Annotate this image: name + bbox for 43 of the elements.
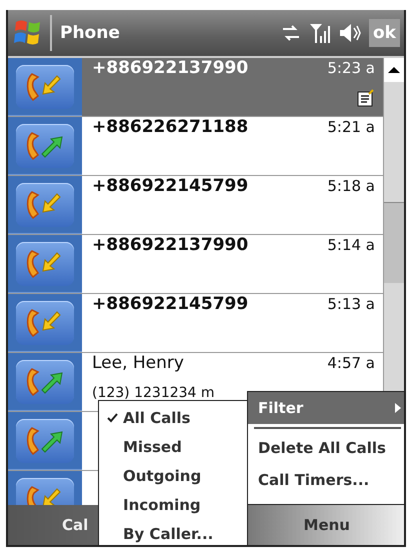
filter-option[interactable]: Outgoing <box>99 461 247 490</box>
call-time: 5:18 a <box>327 176 375 197</box>
call-row[interactable]: +886922137990 5:14 a <box>8 235 383 294</box>
call-row[interactable]: +886922145799 5:18 a <box>8 176 383 235</box>
call-detail: (123) 1231234 m <box>92 384 215 400</box>
call-number: Lee, Henry <box>92 353 185 373</box>
option-label: Incoming <box>123 496 201 514</box>
window-title: Phone <box>50 15 273 51</box>
filter-option[interactable]: By Caller... <box>99 519 247 545</box>
call-type-button[interactable] <box>8 176 82 234</box>
call-number: +886922137990 <box>92 235 250 255</box>
menu-item[interactable]: Filter <box>248 392 404 424</box>
call-row[interactable]: +886922137990 5:23 a <box>8 58 383 117</box>
call-time: 5:21 a <box>327 117 375 138</box>
scroll-thumb[interactable] <box>384 202 404 283</box>
call-time: 5:14 a <box>327 235 375 256</box>
call-number: +886922137990 <box>92 58 250 78</box>
scroll-up-icon[interactable] <box>384 58 404 82</box>
call-time: 4:57 a <box>327 353 375 374</box>
filter-option[interactable]: Missed <box>99 432 247 461</box>
filter-option[interactable]: Incoming <box>99 490 247 519</box>
menu-soft-key[interactable]: Menu <box>302 516 352 534</box>
option-label: Outgoing <box>123 466 202 484</box>
call-type-button[interactable] <box>8 58 82 116</box>
call-type-button[interactable] <box>8 117 82 175</box>
call-type-button[interactable] <box>8 412 82 470</box>
signal-icon[interactable] <box>309 22 331 44</box>
call-type-button[interactable] <box>8 353 82 411</box>
speaker-icon[interactable] <box>339 23 361 43</box>
option-label: Missed <box>123 438 182 456</box>
call-number: +886922145799 <box>92 176 250 196</box>
call-number: +886922145799 <box>92 294 250 314</box>
call-number: +886226271188 <box>92 117 250 137</box>
left-soft-key[interactable]: Cal <box>60 516 90 534</box>
call-time: 5:23 a <box>327 58 375 79</box>
call-row[interactable]: +886226271188 5:21 a <box>8 117 383 176</box>
call-type-button[interactable] <box>8 235 82 293</box>
connectivity-icon[interactable] <box>281 25 301 41</box>
submenu-arrow-icon <box>395 403 401 413</box>
call-time: 5:13 a <box>327 294 375 315</box>
option-label: By Caller... <box>123 524 214 542</box>
call-type-button[interactable] <box>8 294 82 352</box>
call-row[interactable]: +886922145799 5:13 a <box>8 294 383 353</box>
